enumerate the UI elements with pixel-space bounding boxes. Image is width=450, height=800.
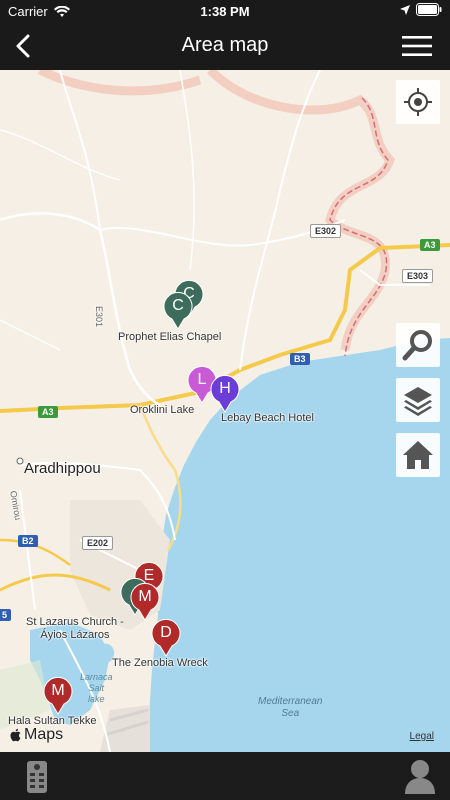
road-shield-e202: E202	[82, 536, 114, 550]
maps-attribution: Maps	[10, 726, 63, 744]
road-shield-b3: B3	[290, 353, 310, 365]
label-zenobia-wreck: The Zenobia Wreck	[112, 657, 208, 669]
label-prophet-elias: Prophet Elias Chapel	[118, 331, 222, 343]
apple-icon	[10, 728, 21, 742]
maps-label: Maps	[24, 726, 64, 743]
label-larnaca-salt-lake: Larnaca Salt lake	[80, 672, 113, 704]
home-icon	[403, 441, 433, 469]
map-pin[interactable]: H	[210, 375, 240, 413]
map-pin[interactable]: D	[151, 619, 181, 657]
map-pin[interactable]: M	[130, 583, 160, 621]
road-shield-b2: B2	[18, 535, 38, 547]
layers-button[interactable]	[396, 378, 440, 422]
road-shield-a3-left: A3	[38, 406, 58, 418]
menu-icon[interactable]	[402, 35, 432, 57]
pin-letter: M	[138, 588, 152, 605]
search-icon	[402, 330, 432, 361]
road-shield-e303: E303	[402, 269, 434, 283]
bottom-bar	[0, 752, 450, 800]
label-mediterranean-sea: Mediterranean Sea	[258, 696, 323, 719]
layers-icon	[404, 387, 432, 416]
label-lebay-beach-hotel: Lebay Beach Hotel	[221, 412, 314, 424]
pin-letter: D	[160, 624, 172, 641]
label-oroklini-lake: Oroklini Lake	[130, 404, 195, 416]
label-st-lazarus: St Lazarus Church - Áyios Lázaros	[26, 616, 124, 641]
status-bar: Carrier 1:38 PM	[0, 0, 450, 22]
user-icon[interactable]	[404, 758, 436, 794]
map-pin[interactable]: M	[43, 677, 73, 715]
status-time: 1:38 PM	[200, 4, 250, 19]
area-map[interactable]: Prophet Elias Chapel Oroklini Lake Lebay…	[0, 70, 450, 752]
location-arrow-icon	[400, 4, 410, 15]
remote-icon[interactable]	[26, 760, 48, 794]
legal-link[interactable]: Legal	[410, 731, 434, 742]
pin-letter: H	[219, 380, 231, 397]
map-pin[interactable]: C	[163, 292, 193, 330]
battery-icon	[416, 3, 442, 16]
locate-button[interactable]	[396, 80, 440, 124]
page-title: Area map	[181, 34, 269, 56]
pin-letter: C	[172, 297, 184, 314]
road-label-e301: E301	[94, 306, 104, 328]
road-shield-a3-right: A3	[420, 239, 440, 251]
label-aradhippou: Aradhippou	[24, 460, 101, 477]
navigation-bar: Area map	[0, 22, 450, 70]
home-button[interactable]	[396, 433, 440, 477]
road-shield-left-edge: 5	[0, 609, 12, 621]
search-button[interactable]	[396, 323, 440, 367]
locate-icon	[404, 88, 432, 116]
pin-letter: M	[51, 682, 65, 699]
road-shield-e302: E302	[310, 224, 342, 238]
